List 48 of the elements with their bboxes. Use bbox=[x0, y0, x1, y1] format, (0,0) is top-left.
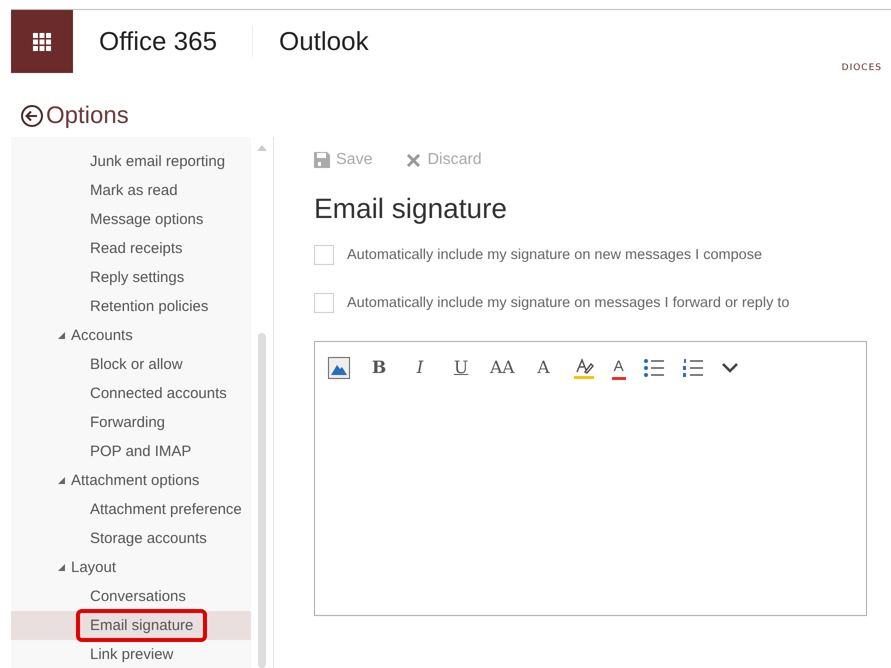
italic-button[interactable]: I bbox=[408, 356, 432, 380]
nav-item[interactable]: Reply settings bbox=[11, 263, 251, 292]
organization-logo: DIOCES bbox=[842, 63, 882, 73]
numbered-list-icon[interactable] bbox=[682, 358, 704, 378]
bullet-list-icon[interactable] bbox=[642, 358, 665, 378]
app-launcher-button[interactable] bbox=[11, 10, 73, 73]
expand-icon bbox=[58, 564, 65, 571]
nav-item[interactable]: Mark as read bbox=[11, 176, 251, 205]
section-title: Email signature bbox=[314, 193, 508, 225]
checkbox[interactable] bbox=[314, 245, 334, 265]
font-color-button[interactable]: A bbox=[612, 356, 626, 380]
checkbox-label: Automatically include my signature on new messages I compose bbox=[347, 247, 762, 263]
expand-icon bbox=[58, 477, 65, 484]
page-title: Options bbox=[46, 102, 129, 130]
nav-group[interactable]: Layout bbox=[11, 553, 251, 582]
chevron-down-icon[interactable] bbox=[720, 362, 739, 374]
nav-item[interactable]: Block or allow bbox=[11, 350, 251, 379]
save-icon bbox=[314, 152, 330, 168]
nav-item[interactable]: Retention policies bbox=[11, 292, 251, 321]
nav-item[interactable]: Read receipts bbox=[11, 234, 251, 263]
back-icon[interactable] bbox=[20, 104, 44, 128]
insert-picture-icon[interactable] bbox=[328, 357, 350, 379]
app-title: Outlook bbox=[278, 26, 370, 57]
bold-button[interactable]: B bbox=[367, 356, 391, 380]
scrollbar-thumb[interactable] bbox=[258, 333, 266, 668]
nav-item[interactable]: Connected accounts bbox=[11, 379, 251, 408]
checkbox-label: Automatically include my signature on messages I forward or reply to bbox=[347, 295, 790, 311]
highlighter-icon[interactable] bbox=[572, 357, 595, 379]
nav-group[interactable]: Accounts bbox=[11, 321, 251, 350]
underline-button[interactable]: U bbox=[449, 356, 473, 380]
checkbox[interactable] bbox=[314, 293, 334, 313]
expand-icon bbox=[58, 332, 65, 339]
font-size-button[interactable]: AA bbox=[490, 356, 515, 380]
nav-item[interactable]: Junk email reporting bbox=[11, 147, 251, 176]
nav-item[interactable]: Attachment preference bbox=[11, 495, 251, 524]
nav-item[interactable]: Email signature bbox=[11, 611, 251, 640]
grow-font-button[interactable]: A bbox=[532, 356, 556, 380]
nav-item[interactable]: Forwarding bbox=[11, 408, 251, 437]
close-icon bbox=[406, 152, 422, 168]
nav-group[interactable]: Attachment options bbox=[11, 466, 251, 495]
nav-item[interactable]: Conversations bbox=[11, 582, 251, 611]
app-grid-icon bbox=[33, 32, 51, 50]
nav-item[interactable]: Message options bbox=[11, 205, 251, 234]
nav-item[interactable]: POP and IMAP bbox=[11, 437, 251, 466]
nav-item[interactable]: Link preview bbox=[11, 640, 251, 668]
nav-item[interactable]: Storage accounts bbox=[11, 524, 251, 553]
suite-title: Office 365 bbox=[73, 26, 253, 57]
signature-editor[interactable]: B I U AA A A bbox=[314, 341, 867, 616]
